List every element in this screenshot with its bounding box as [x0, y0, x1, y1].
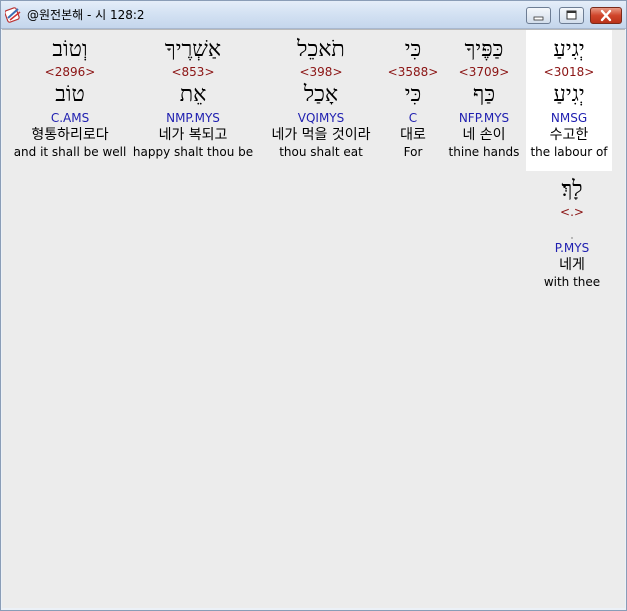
title-bar[interactable]: @원전본해 - 시 128:2: [1, 1, 626, 29]
word-column[interactable]: כִּי <3588> כִּי C 대로 For: [386, 30, 440, 160]
lemma: ּ: [532, 220, 612, 240]
morphology-code: NFP.MYS: [458, 111, 510, 125]
window-title: @원전본해 - 시 128:2: [27, 8, 145, 22]
minimize-icon: [533, 16, 544, 21]
english-gloss: thou shalt eat: [279, 145, 363, 159]
word-column[interactable]: אַשְׁרֶיךָ <853> אֵת NMP.MYS 네가 복되고 happ…: [132, 30, 254, 160]
lemma: טוֹב: [55, 82, 85, 107]
english-gloss: and it shall be well: [13, 145, 127, 159]
korean-gloss: 형통하리로다: [31, 127, 109, 143]
hebrew-word: וְטוֹב: [52, 37, 88, 62]
strong-number[interactable]: <3709>: [444, 64, 524, 80]
word-column[interactable]: כַּפֶּיךָ <3709> כַּף NFP.MYS 네 손이 thine…: [444, 30, 524, 160]
korean-gloss: 네게: [559, 257, 585, 273]
morphology-code: VQIMYS: [297, 111, 345, 125]
english-gloss: with thee: [543, 275, 601, 289]
app-window: @원전본해 - 시 128:2 יְגִיעַ <3018> יְגִיעַ N…: [0, 0, 627, 611]
interlinear-panel: יְגִיעַ <3018> יְגִיעַ NMSG 수고한 the labo…: [2, 29, 625, 608]
strong-number[interactable]: <853>: [132, 64, 254, 80]
korean-gloss: 네가 복되고: [158, 127, 228, 143]
morphology-code: C.AMS: [50, 111, 90, 125]
hebrew-word: אַשְׁרֶיךָ: [164, 37, 222, 62]
hebrew-word: תֹאכֵל: [297, 37, 345, 62]
english-gloss: For: [403, 145, 423, 159]
english-gloss: thine hands: [448, 145, 520, 159]
hebrew-word: כַּפֶּיךָ: [464, 37, 504, 62]
lemma: כַּף: [472, 82, 496, 107]
word-column[interactable]: תֹאכֵל <398> אָכַל VQIMYS 네가 먹을 것이라 thou…: [258, 30, 384, 160]
morphology-code: C: [408, 111, 418, 125]
strong-number[interactable]: <3018>: [526, 64, 612, 80]
korean-gloss: 수고한: [549, 127, 589, 143]
maximize-button[interactable]: [559, 7, 584, 24]
lemma: יְגִיעַ: [553, 82, 585, 107]
morphology-code: NMP.MYS: [166, 111, 220, 125]
strong-number[interactable]: <398>: [258, 64, 384, 80]
korean-gloss: 네가 먹을 것이라: [271, 127, 371, 143]
morphology-code: NMSG: [550, 111, 588, 125]
strong-number[interactable]: <.>: [532, 204, 612, 220]
hebrew-word: יְגִיעַ: [553, 37, 585, 62]
english-gloss: happy shalt thou be: [132, 145, 254, 159]
hebrew-word: כִּי: [404, 37, 422, 62]
strong-number[interactable]: <2896>: [10, 64, 130, 80]
word-column[interactable]: לָךְ׃ <.> ּ P.MYS 네게 with thee: [532, 176, 612, 290]
strong-number[interactable]: <3588>: [386, 64, 440, 80]
morphology-code: P.MYS: [554, 241, 590, 255]
close-button[interactable]: [590, 7, 622, 24]
scroll-tool-icon[interactable]: [5, 6, 22, 23]
english-gloss: the labour of: [530, 145, 608, 159]
maximize-icon: [566, 10, 577, 20]
minimize-button[interactable]: [526, 7, 551, 24]
korean-gloss: 네 손이: [462, 127, 506, 143]
lemma: אָכַל: [303, 82, 339, 107]
lemma: כִּי: [404, 82, 422, 107]
hebrew-word: לָךְ׃: [561, 177, 583, 202]
word-column[interactable]: יְגִיעַ <3018> יְגִיעַ NMSG 수고한 the labo…: [526, 30, 612, 171]
korean-gloss: 대로: [400, 127, 426, 143]
close-icon: [600, 9, 612, 22]
word-column[interactable]: וְטוֹב <2896> טוֹב C.AMS 형통하리로다 and it s…: [10, 30, 130, 160]
lemma: אֵת: [179, 82, 207, 107]
